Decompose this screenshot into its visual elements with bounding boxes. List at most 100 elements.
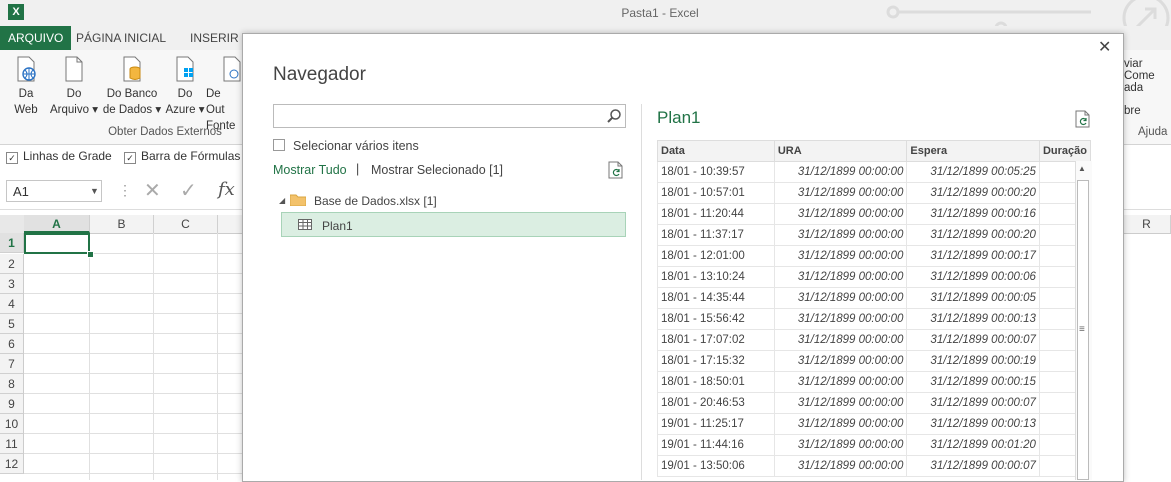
table-cell: 31/12/1899 00:00:00 [773,413,908,435]
table-icon [298,219,312,230]
gridline [24,433,244,434]
table-cell: 31/12/1899 00:00:06 [906,266,1040,288]
column-header-a[interactable]: A [24,215,90,233]
other-sources-button[interactable]: De Out Fonte [206,54,242,134]
column-header-r[interactable]: R [1122,215,1171,233]
table-cell: 31/12/1899 00:00:17 [906,245,1040,267]
row-header[interactable]: 1 [0,233,24,253]
table-cell: 31/12/1899 00:00:00 [773,434,908,456]
search-icon[interactable] [606,108,622,124]
column-header-b[interactable]: B [90,215,154,233]
table-cell: 31/12/1899 00:00:00 [773,350,908,372]
file-icon [64,56,84,82]
selected-cell-a1[interactable] [24,233,90,254]
gridline [24,373,244,374]
table-cell: 18/01 - 14:35:44 [657,287,775,309]
row-header[interactable]: 4 [0,294,24,314]
table-cell: 18/01 - 10:39:57 [657,161,775,183]
table-cell: 31/12/1899 00:05:25 [906,161,1040,183]
table-row: 18/01 - 14:35:44 31/12/1899 00:00:00 31/12… [657,287,1091,309]
from-database-label2: de Dados ▾ [102,104,162,116]
enter-check-icon[interactable]: ✓ [180,178,197,203]
row-header[interactable]: 8 [0,374,24,394]
tab-home[interactable]: PÁGINA INICIAL [68,26,174,50]
from-web-button[interactable]: Da Web [6,54,46,118]
table-cell: 31/12/1899 00:00:00 [773,287,908,309]
from-file-label1: Do [66,88,82,100]
folder-icon [290,194,306,206]
row-header[interactable]: 11 [0,434,24,454]
table-cell: 31/12/1899 00:00:13 [906,413,1040,435]
gridlines-checkbox[interactable]: ✓ Linhas de Grade [6,149,112,164]
row-header[interactable]: 10 [0,414,24,434]
tree-folder-label[interactable]: Base de Dados.xlsx [1] [314,194,437,208]
table-cell: 19/01 - 11:44:16 [657,434,775,456]
table-cell: 31/12/1899 00:00:00 [773,224,908,246]
gridline [153,233,154,480]
web-icon [16,56,36,82]
insert-function-icon[interactable]: fx [218,179,235,200]
row-header[interactable]: 6 [0,334,24,354]
get-external-data-group-label: Obter Dados Externos [108,126,222,138]
tab-file[interactable]: ARQUIVO [0,26,72,50]
ribbon-partial-text-3[interactable]: bre [1124,105,1141,117]
table-row: 18/01 - 12:01:00 31/12/1899 00:00:00 31/12… [657,245,1091,267]
row-header[interactable]: 3 [0,274,24,294]
close-icon[interactable]: ✕ [1098,37,1111,57]
fill-handle[interactable] [87,251,94,258]
table-cell: 18/01 - 11:20:44 [657,203,775,225]
column-header: Espera [906,140,1040,162]
from-azure-button[interactable]: Do Azure ▾ [162,54,208,118]
show-selected-link[interactable]: Mostrar Selecionado [1] [371,163,503,177]
table-cell: 31/12/1899 00:00:00 [773,182,908,204]
table-cell: 31/12/1899 00:00:07 [906,455,1040,477]
cancel-icon[interactable]: ✕ [144,178,161,203]
chevron-down-icon[interactable]: ▼ [90,180,99,202]
show-all-link[interactable]: Mostrar Tudo [273,163,347,177]
row-header[interactable]: 7 [0,354,24,374]
from-file-button[interactable]: Do Arquivo ▾ [46,54,102,118]
gridline [24,393,244,394]
formula-bar-checkbox[interactable]: ✓ Barra de Fórmulas [124,149,240,164]
row-header[interactable]: 2 [0,254,24,274]
row-header[interactable]: 9 [0,394,24,414]
tree-expand-icon[interactable]: ◢ [279,196,285,205]
table-cell: 18/01 - 10:57:01 [657,182,775,204]
ribbon-partial-text-1[interactable]: viar Come [1124,58,1171,82]
column-header-c[interactable]: C [154,215,218,233]
table-cell: 31/12/1899 00:00:00 [773,245,908,267]
table-row: 18/01 - 11:37:17 31/12/1899 00:00:00 31/12… [657,224,1091,246]
table-cell: 31/12/1899 00:00:16 [906,203,1040,225]
link-separator: | [356,162,360,176]
table-cell: 31/12/1899 00:00:00 [773,161,908,183]
table-row: 18/01 - 13:10:24 31/12/1899 00:00:00 31/12… [657,266,1091,288]
gridline [24,313,244,314]
formula-bar-grip-icon: ⋮ [118,182,132,198]
formula-bar-label: Barra de Fórmulas [141,149,241,163]
table-cell: 18/01 - 12:01:00 [657,245,775,267]
refresh-icon[interactable] [608,161,624,179]
table-cell: 31/12/1899 00:00:00 [773,266,908,288]
search-input[interactable] [273,104,626,128]
refresh-preview-icon[interactable] [1075,110,1091,128]
from-azure-label2: Azure ▾ [165,104,205,116]
name-box[interactable]: A1 [6,180,102,202]
row-header[interactable]: 5 [0,314,24,334]
from-web-label1: Da [18,88,34,100]
tab-insert[interactable]: INSERIR [182,26,247,50]
preview-table-container: Data URA Espera Duração 18/01 - 10:39:57… [657,140,1091,480]
table-row: 19/01 - 11:25:17 31/12/1899 00:00:00 31/12… [657,413,1091,435]
gridline [24,413,244,414]
ribbon-partial-text-2[interactable]: ada [1124,82,1143,94]
column-header: Data [657,140,775,162]
table-row: 18/01 - 10:57:01 31/12/1899 00:00:00 31/12… [657,182,1091,204]
select-multiple-checkbox[interactable]: Selecionar vários itens [273,139,419,153]
table-row: 18/01 - 17:15:32 31/12/1899 00:00:00 31/12… [657,350,1091,372]
scroll-up-icon[interactable]: ▲ [1078,164,1086,173]
from-database-button[interactable]: Do Banco de Dados ▾ [102,54,162,118]
row-header[interactable]: 12 [0,454,24,474]
gridline [24,273,244,274]
select-all-corner[interactable] [0,215,25,233]
table-row: 18/01 - 18:50:01 31/12/1899 00:00:00 31/12… [657,371,1091,393]
gridlines-label: Linhas de Grade [23,149,112,163]
